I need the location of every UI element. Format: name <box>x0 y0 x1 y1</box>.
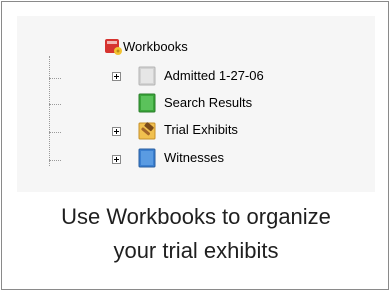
tree-item-label: Admitted 1-27-06 <box>164 68 264 83</box>
tree-connector-horizontal <box>49 104 61 105</box>
tree-item-label: Trial Exhibits <box>164 122 238 137</box>
blue-book-icon <box>138 148 158 168</box>
tree-item-label: Witnesses <box>164 150 224 165</box>
caption-text: Use Workbooks to organize your trial exh… <box>2 200 390 268</box>
expand-admitted-button[interactable] <box>112 72 121 81</box>
info-card: Workbooks Admitted 1-27-06 Search Result… <box>1 1 389 290</box>
tree-item-admitted[interactable]: Admitted 1-27-06 <box>138 66 338 86</box>
tree-connector-horizontal <box>49 132 61 133</box>
caption-line-2: your trial exhibits <box>113 238 279 263</box>
tree-item-label: Search Results <box>164 95 253 110</box>
expand-witnesses-button[interactable] <box>112 155 121 164</box>
tree-root-label: Workbooks <box>123 39 188 54</box>
tree-root-workbooks[interactable]: Workbooks <box>104 37 224 57</box>
tree-connector-vertical <box>49 56 50 166</box>
caption-line-1: Use Workbooks to organize <box>61 204 331 229</box>
tree-panel: Workbooks Admitted 1-27-06 Search Result… <box>17 16 375 192</box>
workbooks-tree: Workbooks Admitted 1-27-06 Search Result… <box>17 16 375 192</box>
gray-book-icon <box>138 66 158 86</box>
workbooks-icon <box>104 37 124 57</box>
green-book-icon <box>138 93 158 113</box>
tree-connector-horizontal <box>49 78 61 79</box>
tree-item-trial-exhibits[interactable]: Trial Exhibits <box>138 120 338 140</box>
expand-trial-exhibits-button[interactable] <box>112 127 121 136</box>
tree-item-witnesses[interactable]: Witnesses <box>138 148 338 168</box>
gavel-icon <box>138 120 158 140</box>
tree-connector-horizontal <box>49 160 61 161</box>
tree-item-search-results[interactable]: Search Results <box>138 93 338 113</box>
